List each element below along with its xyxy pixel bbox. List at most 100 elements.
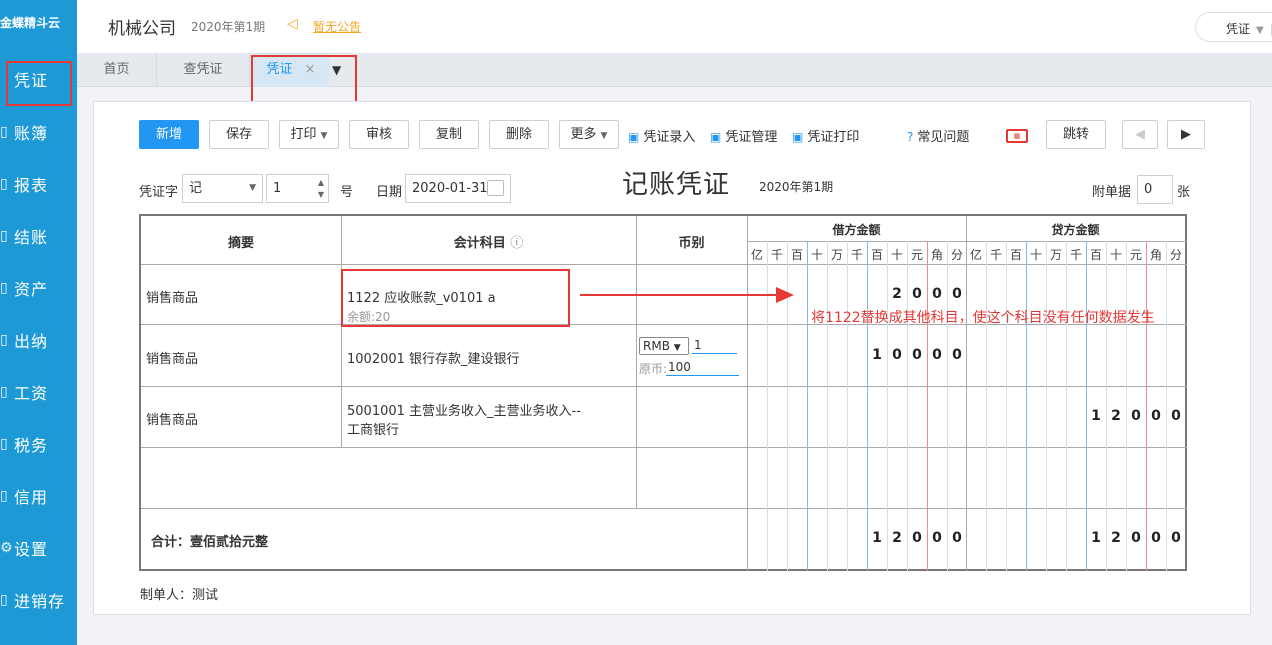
notice-link[interactable]: 暂无公告 xyxy=(313,18,361,35)
camera-icon: ▣ xyxy=(710,130,722,144)
tab-label: 首页 xyxy=(103,62,130,77)
sidebar-item-credit[interactable]: ▯ 信用 xyxy=(0,476,77,516)
jump-button[interactable]: 跳转 xyxy=(1046,120,1106,149)
sidebar-item-reports[interactable]: ▯ 报表 xyxy=(0,164,77,204)
header-credit: 贷方金额 xyxy=(1051,223,1100,237)
calendar-icon[interactable] xyxy=(487,180,504,196)
sidebar-item-tax[interactable]: ▯ 税务 xyxy=(0,424,77,464)
debit-amount-digit: 0 xyxy=(912,347,922,363)
row3-account-line1[interactable]: 5001001 主营业务收入_主营业务收入-- xyxy=(347,400,581,419)
credit-unit-label: 千 xyxy=(1069,248,1082,262)
exchange-rate-input[interactable]: 1 xyxy=(692,337,737,354)
tab-label: 查凭证 xyxy=(183,62,223,77)
digit-divider xyxy=(986,241,987,571)
chevron-down-icon: ▼ xyxy=(1256,25,1264,36)
attach-count-input[interactable]: 0 xyxy=(1137,175,1173,204)
debit-amount-digit: 0 xyxy=(932,347,942,363)
header-summary: 摘要 xyxy=(227,236,254,251)
total-debit-digit: 0 xyxy=(912,530,922,546)
stepper-up-icon[interactable]: ▲ xyxy=(318,179,324,187)
help-icon[interactable]: ⓘ xyxy=(510,236,523,251)
debit-unit-label: 百 xyxy=(870,248,883,262)
col-divider xyxy=(747,216,748,571)
debit-unit-label: 千 xyxy=(770,248,783,262)
row2-summary[interactable]: 销售商品 xyxy=(146,348,198,367)
print-button[interactable]: 打印 ▼ xyxy=(279,120,339,149)
voucher-number-suffix: 号 xyxy=(340,185,354,200)
sidebar-item-label: 工资 xyxy=(14,384,49,403)
row3-account-line2[interactable]: 工商银行 xyxy=(347,419,399,438)
more-button[interactable]: 更多 ▼ xyxy=(559,120,619,149)
audit-button[interactable]: 审核 xyxy=(349,120,409,149)
copy-button[interactable]: 复制 xyxy=(419,120,479,149)
debit-amount-digit: 0 xyxy=(892,347,902,363)
digit-divider xyxy=(847,241,848,571)
faq-label: 常见问题 xyxy=(917,130,970,145)
total-label: 合计：壹佰贰拾元整 xyxy=(151,535,269,550)
assets-icon: ▯ xyxy=(0,280,8,296)
sidebar-item-label: 资产 xyxy=(14,280,49,299)
sidebar-item-label: 报表 xyxy=(14,176,49,195)
new-button[interactable]: 新增 xyxy=(139,120,199,149)
sidebar-item-payroll[interactable]: ▯ 工资 xyxy=(0,372,77,412)
voucher-number-value: 1 xyxy=(273,181,282,196)
voucher-word-select[interactable]: 记 ▼ xyxy=(182,174,263,203)
credit-amount-digit: 0 xyxy=(1171,408,1181,424)
voucher-print-label: 凭证打印 xyxy=(807,130,860,145)
row3-summary[interactable]: 销售商品 xyxy=(146,409,198,428)
currency-value: RMB xyxy=(643,339,670,353)
date-value: 2020-01-31 xyxy=(412,181,488,196)
delete-button[interactable]: 删除 xyxy=(489,120,549,149)
keyboard-icon[interactable]: ▦ xyxy=(1006,129,1028,143)
tab-query-voucher[interactable]: 查凭证 xyxy=(157,53,250,87)
more-label: 更多 xyxy=(570,127,597,142)
voucher-print-link[interactable]: ▣ 凭证打印 xyxy=(792,126,859,145)
date-field[interactable]: 2020-01-31 xyxy=(405,174,511,203)
amount-subheader-divider xyxy=(747,241,1187,242)
faq-link[interactable]: ? 常见问题 xyxy=(907,126,969,145)
voucher-manage-link[interactable]: ▣ 凭证管理 xyxy=(710,126,777,145)
sidebar-item-cashier[interactable]: ▯ 出纳 xyxy=(0,320,77,360)
credit-unit-label: 千 xyxy=(989,248,1002,262)
digit-divider xyxy=(867,241,868,571)
voucher-number-stepper[interactable]: 1 ▲ ▼ xyxy=(266,174,329,203)
annotation-arrow-head xyxy=(776,287,794,303)
save-button[interactable]: 保存 xyxy=(209,120,269,149)
sidebar-item-closing[interactable]: ▯ 结账 xyxy=(0,216,77,256)
report-icon: ▯ xyxy=(0,176,8,192)
credit-unit-label: 元 xyxy=(1129,248,1142,262)
sidebar-item-settings[interactable]: ⚙ 设置 xyxy=(0,528,77,568)
company-name[interactable]: 机械公司 xyxy=(108,14,176,39)
sidebar-item-inventory[interactable]: ▯ 进销存 xyxy=(0,580,77,620)
tab-home[interactable]: 首页 xyxy=(77,53,157,87)
row1-summary[interactable]: 销售商品 xyxy=(146,287,198,306)
col-divider xyxy=(636,216,637,508)
attach-label: 附单据 xyxy=(1092,185,1132,200)
prev-voucher-button[interactable]: ◀ xyxy=(1122,120,1158,149)
digit-divider xyxy=(1006,241,1007,571)
digit-divider xyxy=(1126,241,1127,571)
next-voucher-button[interactable]: ▶ xyxy=(1167,120,1205,149)
total-credit-digit: 0 xyxy=(1151,530,1161,546)
stepper-down-icon[interactable]: ▼ xyxy=(318,191,324,199)
credit-unit-label: 分 xyxy=(1169,248,1182,262)
row2-account[interactable]: 1002001 银行存款_建设银行 xyxy=(347,348,520,367)
debit-amount-digit: 0 xyxy=(932,286,942,302)
top-header: 机械公司 2020年第1期 ◁ 暂无公告 凭证 ▼ | xyxy=(77,0,1272,53)
original-amount-input[interactable]: 100 xyxy=(666,359,739,376)
sidebar-item-assets[interactable]: ▯ 资产 xyxy=(0,268,77,308)
sidebar-item-ledger[interactable]: ▯ 账簿 xyxy=(0,112,77,152)
row-divider xyxy=(141,447,1187,448)
debit-amount-digit: 0 xyxy=(952,286,962,302)
module-select[interactable]: 凭证 ▼ | xyxy=(1195,12,1272,42)
voucher-table: 摘要 会计科目 ⓘ 币别 借方金额 贷方金额 亿千百十万千百十元角分亿千百十万千… xyxy=(139,214,1187,571)
sidebar-item-label: 账簿 xyxy=(14,124,49,143)
digit-divider xyxy=(1066,241,1067,571)
currency-select[interactable]: RMB ▼ xyxy=(639,337,689,355)
app-logo: 金蝶精斗云 xyxy=(0,16,61,30)
chevron-down-icon: ▼ xyxy=(600,131,608,141)
credit-unit-label: 角 xyxy=(1149,248,1162,262)
highlight-box-sidebar xyxy=(6,61,72,106)
voucher-entry-link[interactable]: ▣ 凭证录入 xyxy=(628,126,695,145)
sidebar-item-label: 设置 xyxy=(14,540,49,559)
